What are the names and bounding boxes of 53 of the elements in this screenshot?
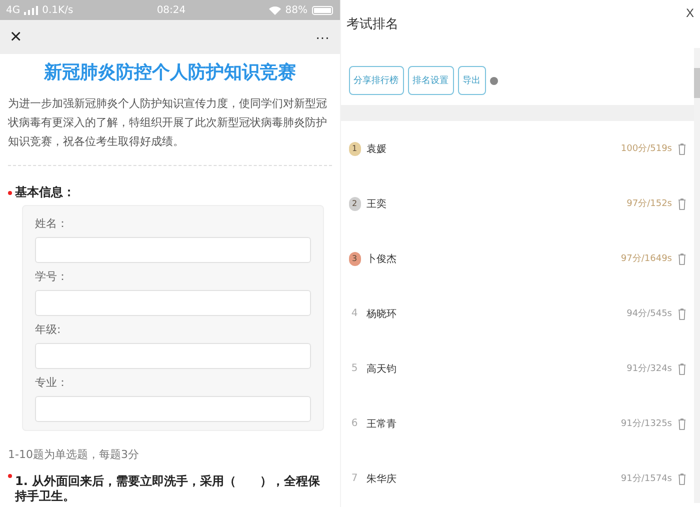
clock-time: 08:24 <box>156 4 186 16</box>
score-text: 94分/545s <box>626 308 672 320</box>
score-text: 91分/324s <box>626 362 672 375</box>
rank-number: 6 <box>350 418 359 429</box>
scrollbar[interactable] <box>694 48 700 503</box>
input-field[interactable] <box>35 290 311 316</box>
input-field[interactable] <box>35 237 311 263</box>
rank-number: 7 <box>350 473 359 484</box>
close-button[interactable]: X <box>686 6 694 20</box>
field-label: 学号： <box>35 269 69 284</box>
score-text: 100分/519s <box>620 142 672 155</box>
student-name: 高天钧 <box>366 362 398 376</box>
signal-icon <box>24 6 38 14</box>
student-name: 王常青 <box>366 418 398 430</box>
rank-number: 4 <box>350 308 359 319</box>
trash-icon[interactable] <box>678 308 686 320</box>
speed-label: 0.1K/s <box>42 4 74 16</box>
trash-icon[interactable] <box>678 252 686 264</box>
rank-medal: 1 <box>348 142 361 156</box>
score-text: 91分/1325s <box>620 418 672 430</box>
battery-icon <box>312 6 334 14</box>
quiz-title: 新冠肺炎防控个人防护知识竞赛 <box>42 61 297 84</box>
rank-medal: 3 <box>348 252 361 266</box>
network-label: 4G <box>6 4 20 16</box>
more-button[interactable]: ··· <box>316 30 330 44</box>
score-text: 97分/1649s <box>620 252 672 265</box>
student-name: 杨晓环 <box>366 308 398 320</box>
intro-text: 为进一步加强新冠肺炎个人防护知识宣传力度，使同学们对新型冠状病毒有更深入的了解，特组织开展了此次新型冠状病毒肺炎防护知识竞赛，祝各位考生取得好成绩。 <box>8 94 332 166</box>
score-text: 97分/152s <box>626 198 672 210</box>
student-name: 朱华庆 <box>366 472 398 486</box>
close-button[interactable]: × <box>10 27 22 47</box>
ranking-title: 考试排名 <box>346 16 399 33</box>
question-text: 1. 从外面回来后，需要立即洗手，采用（ ），全程保持手卫生。 <box>15 474 322 504</box>
field-label: 姓名： <box>35 216 69 231</box>
rank-number: 5 <box>350 363 359 374</box>
student-name: 袁媛 <box>366 142 388 156</box>
battery-label: 88% <box>285 4 308 16</box>
trash-icon[interactable] <box>678 472 686 484</box>
section-label: 基本信息： <box>15 184 75 201</box>
rank-medal: 2 <box>348 196 361 210</box>
trash-icon[interactable] <box>678 362 686 374</box>
field-label: 专业： <box>35 375 69 390</box>
instruction-text: 1-10题为单选题，每题3分 <box>8 447 140 462</box>
student-name: 卜俊杰 <box>366 252 398 266</box>
trash-icon[interactable] <box>678 418 686 430</box>
field-label: 年级: <box>35 322 62 337</box>
score-text: 91分/1574s <box>620 472 672 485</box>
input-field[interactable] <box>35 396 311 422</box>
trash-icon[interactable] <box>678 142 686 154</box>
trash-icon[interactable] <box>678 198 686 210</box>
wifi-icon <box>269 6 282 14</box>
input-field[interactable] <box>35 343 311 369</box>
student-name: 王奕 <box>366 198 388 210</box>
